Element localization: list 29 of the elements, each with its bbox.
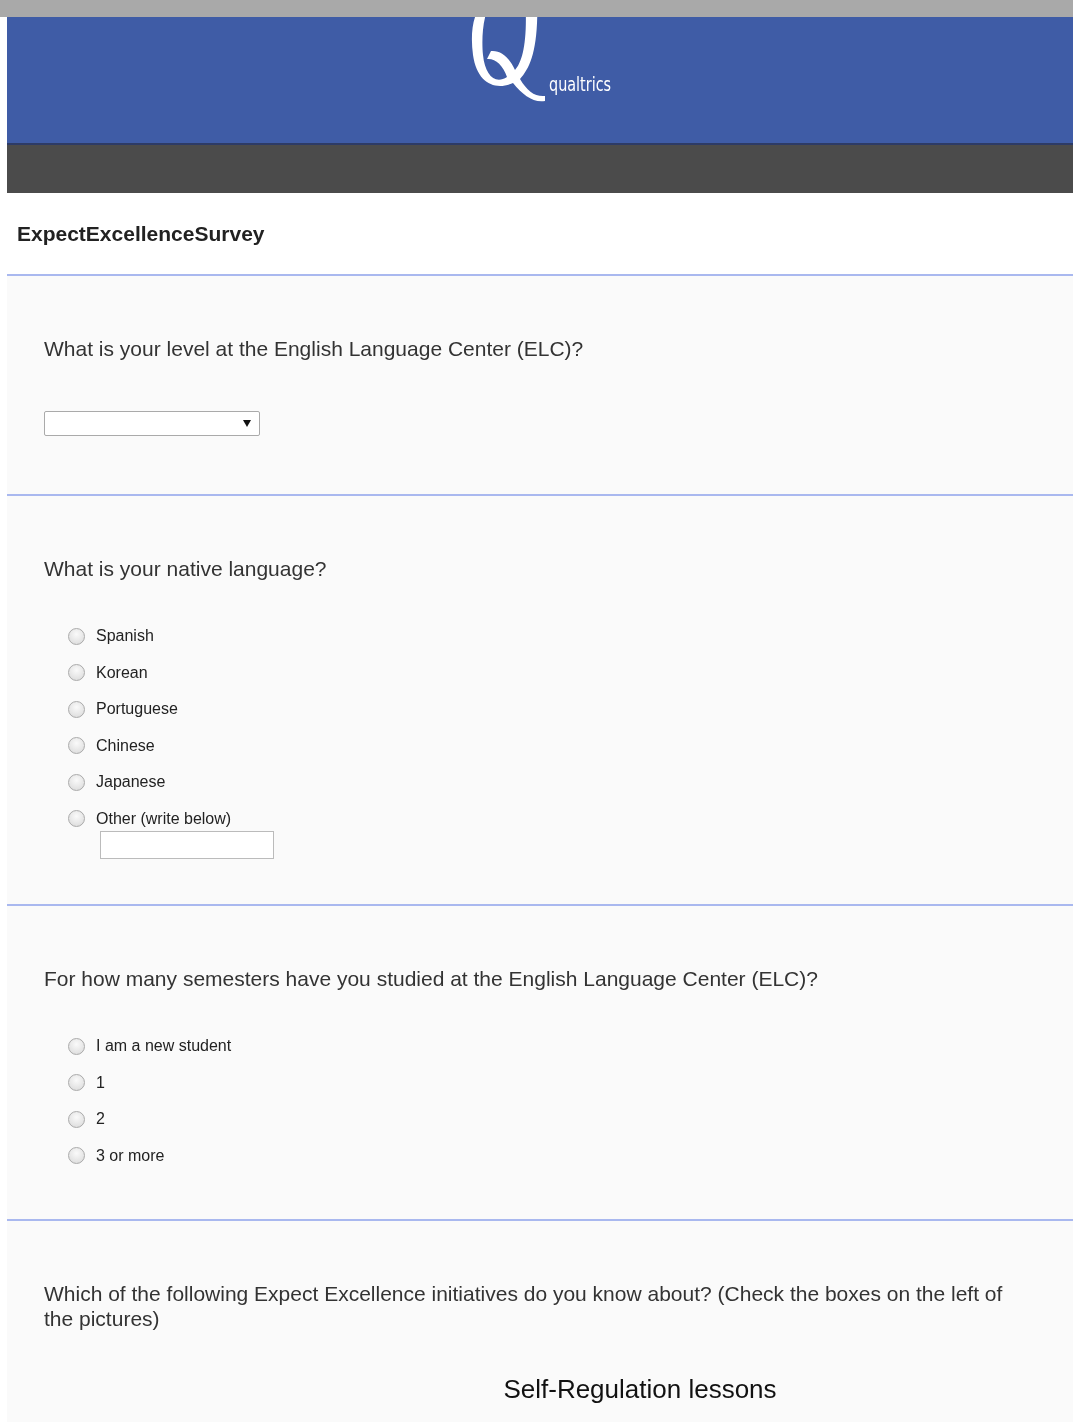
input-field[interactable] — [100, 830, 274, 859]
radio-button[interactable] — [68, 1147, 85, 1165]
radio-button[interactable] — [68, 773, 85, 791]
option-label[interactable]: I am a new student — [96, 1034, 232, 1059]
question-text: What is your level at the English Language Center (ELC)? — [44, 335, 585, 361]
caret-icon — [243, 419, 251, 428]
option-label[interactable]: Other (write below) — [96, 806, 232, 831]
radio-button[interactable] — [68, 1037, 85, 1055]
radio-button[interactable] — [68, 1110, 85, 1128]
option-label[interactable]: Korean — [96, 660, 148, 685]
option-label[interactable]: Spanish — [96, 624, 154, 649]
picture-caption: Self-Regulation lessons — [502, 1373, 778, 1407]
radio-button[interactable] — [68, 737, 85, 755]
radio-button[interactable] — [68, 627, 85, 645]
brand-name: qualtrics — [549, 71, 612, 98]
option-label[interactable]: 3 or more — [96, 1143, 165, 1168]
question-text: What is your native language? — [44, 555, 328, 581]
question-text: Which of the following Expect Excellence initiatives do you know about? (Check the boxes on the left of the pictures) — [44, 1281, 1004, 1332]
question-text: For how many semesters have you studied at the English Language Center (ELC)? — [44, 965, 819, 992]
dropdown-field[interactable] — [44, 410, 260, 436]
radio-button[interactable] — [68, 700, 85, 718]
option-label[interactable]: 1 — [96, 1070, 105, 1095]
option-label[interactable]: Chinese — [96, 733, 155, 758]
option-label[interactable]: Portuguese — [96, 697, 178, 722]
radio-button[interactable] — [68, 664, 85, 682]
option-label[interactable]: 2 — [96, 1107, 105, 1132]
radio-button[interactable] — [68, 1074, 85, 1092]
option-label[interactable]: Japanese — [96, 770, 166, 795]
radio-button[interactable] — [68, 810, 85, 828]
